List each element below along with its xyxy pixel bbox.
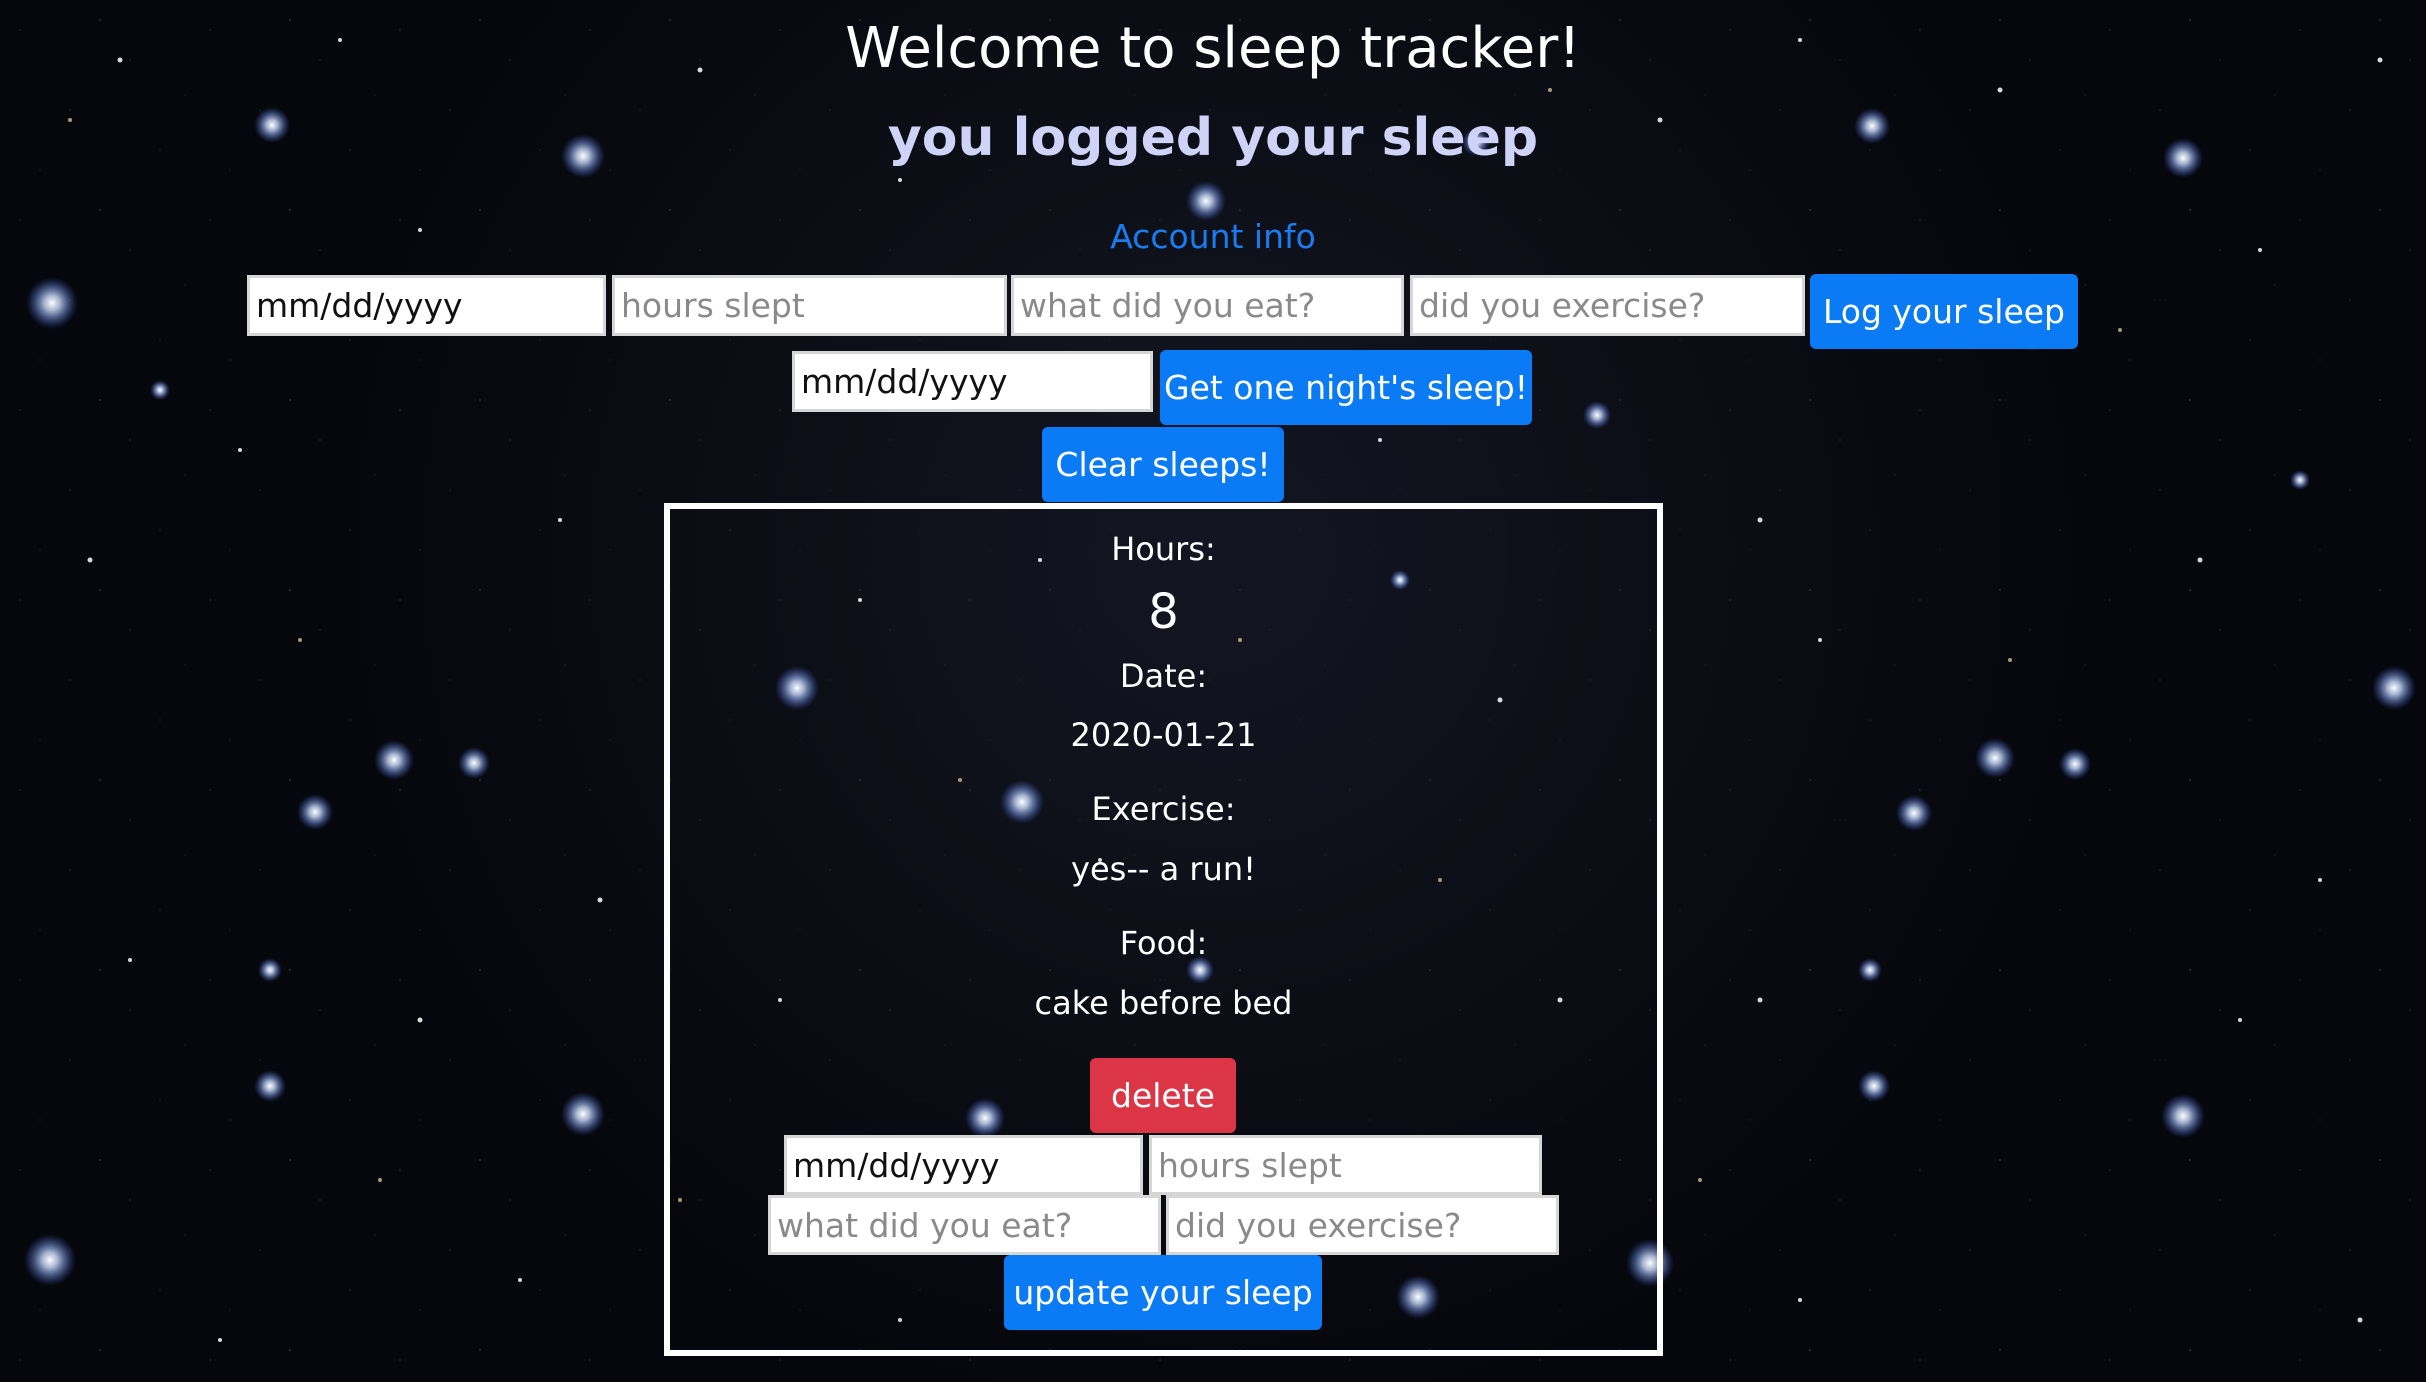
log-sleep-button[interactable]: Log your sleep bbox=[1810, 274, 2078, 349]
hours-value: 8 bbox=[1148, 584, 1179, 640]
update-hours-input[interactable]: hours slept bbox=[1149, 1135, 1542, 1195]
log-food-input[interactable]: what did you eat? bbox=[1011, 275, 1404, 336]
update-sleep-button[interactable]: update your sleep bbox=[1004, 1255, 1322, 1330]
log-hours-input[interactable]: hours slept bbox=[612, 275, 1007, 336]
page-title: Welcome to sleep tracker! bbox=[845, 16, 1581, 81]
hours-label: Hours: bbox=[1111, 530, 1216, 568]
food-value: cake before bed bbox=[1034, 984, 1293, 1022]
update-food-input[interactable]: what did you eat? bbox=[768, 1195, 1161, 1255]
page: Welcome to sleep tracker! you logged you… bbox=[0, 0, 2426, 1382]
clear-sleeps-button[interactable]: Clear sleeps! bbox=[1042, 427, 1284, 502]
log-exercise-input[interactable]: did you exercise? bbox=[1410, 275, 1805, 336]
get-date-input[interactable]: mm/dd/yyyy bbox=[792, 351, 1153, 412]
food-label: Food: bbox=[1119, 924, 1208, 962]
update-exercise-input[interactable]: did you exercise? bbox=[1166, 1195, 1559, 1255]
account-info-link[interactable]: Account info bbox=[0, 217, 2426, 256]
page-subtitle: you logged your sleep bbox=[887, 108, 1539, 168]
exercise-label: Exercise: bbox=[1091, 790, 1236, 828]
delete-button[interactable]: delete bbox=[1090, 1058, 1236, 1133]
date-label: Date: bbox=[1119, 657, 1208, 695]
date-value: 2020-01-21 bbox=[1070, 716, 1257, 754]
log-date-input[interactable]: mm/dd/yyyy bbox=[247, 275, 606, 336]
get-one-night-button[interactable]: Get one night's sleep! bbox=[1160, 350, 1532, 425]
update-date-input[interactable]: mm/dd/yyyy bbox=[784, 1135, 1143, 1195]
exercise-value: yes-- a run! bbox=[1071, 850, 1256, 888]
